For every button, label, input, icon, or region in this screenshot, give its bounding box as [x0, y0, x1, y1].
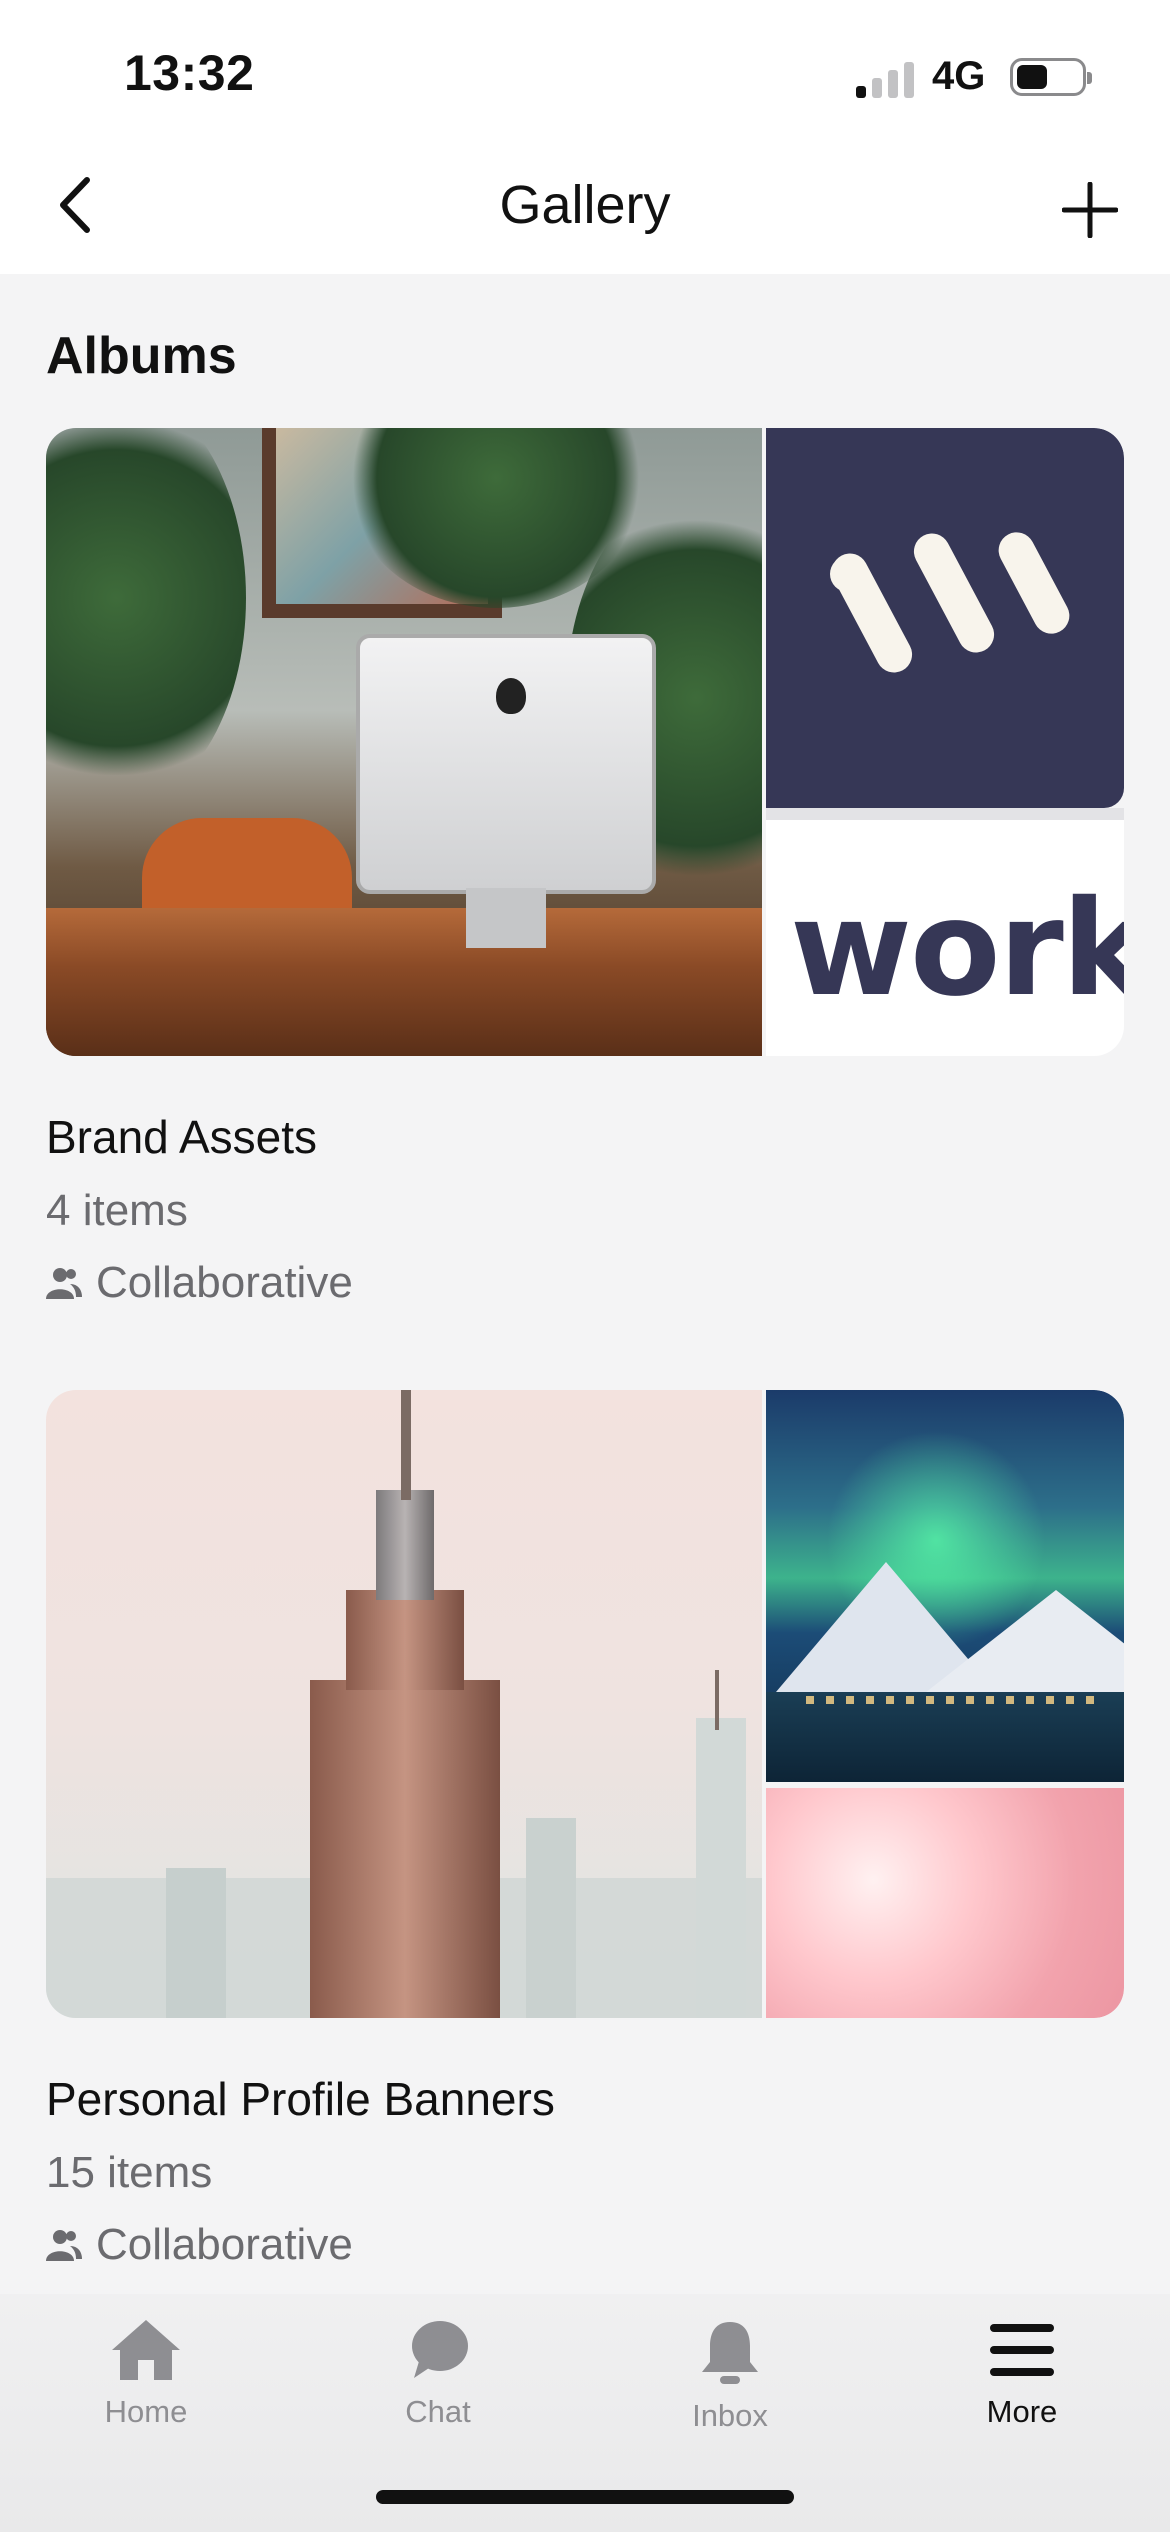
brand-wordmark-text: workv	[790, 872, 1124, 1026]
tab-home[interactable]: Home	[0, 2294, 292, 2474]
tab-label: Chat	[405, 2394, 471, 2429]
people-icon	[46, 1268, 82, 1299]
album-card[interactable]: Personal Profile Banners 15 items Collab…	[46, 1390, 1124, 2270]
home-indicator[interactable]	[376, 2490, 794, 2504]
signal-strength-icon	[856, 58, 916, 98]
album-item-count: 15 items	[46, 2148, 213, 2197]
album-item-count: 4 items	[46, 1186, 188, 1235]
album-sharing-status: Collaborative	[46, 1258, 1124, 1308]
album-type-label: Collaborative	[96, 2220, 353, 2269]
menu-icon	[990, 2324, 1054, 2376]
people-icon	[46, 2230, 82, 2261]
tab-label: More	[986, 2394, 1058, 2429]
page-title: Gallery	[499, 175, 671, 235]
network-type: 4G	[932, 54, 986, 98]
album-sharing-status: Collaborative	[46, 2220, 1124, 2270]
tab-label: Inbox	[692, 2398, 768, 2433]
chat-bubble-icon	[412, 2321, 468, 2378]
aurora-image	[766, 1390, 1124, 1782]
gallery-screen: 13:32 4G Gallery Albums work Brand Asset…	[0, 0, 1170, 2532]
brand-logo-image	[766, 428, 1124, 808]
tab-more[interactable]: More	[876, 2294, 1168, 2474]
plus-icon	[1062, 182, 1118, 238]
tab-inbox[interactable]: Inbox	[584, 2294, 876, 2474]
tab-chat[interactable]: Chat	[292, 2294, 584, 2474]
album-cover-collage[interactable]	[46, 1390, 1124, 2018]
battery-icon	[1010, 58, 1092, 96]
navigation-bar: Gallery	[0, 150, 1170, 274]
album-name: Brand Assets	[46, 1111, 318, 1163]
pink-smoke-image	[766, 1788, 1124, 2018]
tab-label: Home	[104, 2394, 188, 2429]
status-time: 13:32	[124, 45, 255, 101]
album-cover-main-image	[46, 1390, 762, 2018]
bell-icon	[702, 2322, 758, 2384]
album-cover-main-image	[46, 428, 762, 1056]
album-cover-collage[interactable]: workv	[46, 428, 1124, 1056]
home-icon	[112, 2320, 180, 2380]
album-name: Personal Profile Banners	[46, 2073, 555, 2125]
section-title: Albums	[46, 327, 237, 385]
status-bar: 13:32 4G	[0, 0, 1170, 150]
album-type-label: Collaborative	[96, 1258, 353, 1307]
brand-wordmark-image: workv	[766, 820, 1124, 1056]
add-album-button[interactable]	[1050, 170, 1130, 250]
album-card[interactable]: workv Brand Assets 4 items Collaborative	[46, 428, 1124, 1308]
